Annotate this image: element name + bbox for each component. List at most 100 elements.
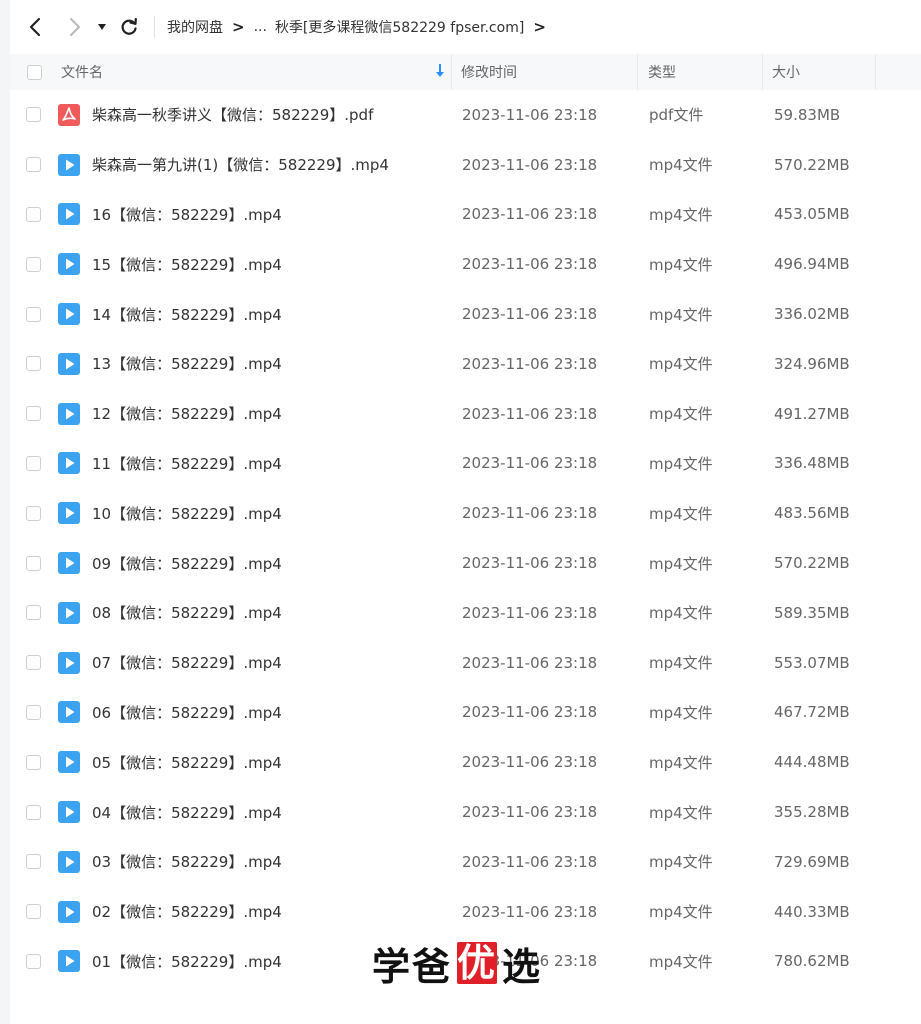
column-header-size[interactable]: 大小 [763,54,876,90]
file-row[interactable]: 16【微信：582229】.mp4 2023-11-06 23:18 mp4文件 45… [10,190,921,240]
row-checkbox[interactable] [25,804,41,820]
file-row[interactable]: 05【微信：582229】.mp4 2023-11-06 23:18 mp4文件 44… [10,737,921,787]
row-checkbox[interactable] [25,953,41,969]
video-file-icon [56,950,82,973]
breadcrumb-current[interactable]: 秋季[更多课程微信582229 fpser.com] [275,17,524,37]
row-checkbox[interactable] [25,107,41,123]
row-checkbox-cell [10,356,56,372]
breadcrumb-root[interactable]: 我的网盘 [167,17,223,37]
file-modified: 2023-11-06 23:18 [462,255,598,274]
back-button[interactable] [18,10,52,44]
refresh-icon [121,18,137,35]
file-modified: 2023-11-06 23:18 [462,603,598,622]
column-header-modified[interactable]: 修改时间 [452,54,638,90]
row-checkbox[interactable] [25,157,41,173]
row-checkbox[interactable] [25,555,41,571]
file-row[interactable]: 15【微信：582229】.mp4 2023-11-06 23:18 mp4文件 49… [10,239,921,289]
row-checkbox[interactable] [25,356,41,372]
file-size: 453.05MB [774,205,850,224]
video-file-icon [56,303,82,326]
row-checkbox[interactable] [25,256,41,272]
history-dropdown-button[interactable] [90,10,114,44]
file-name[interactable]: 10【微信：582229】.mp4 [82,503,452,524]
file-name[interactable]: 16【微信：582229】.mp4 [82,204,452,225]
file-row[interactable]: 06【微信：582229】.mp4 2023-11-06 23:18 mp4文件 46… [10,688,921,738]
file-modified: 2023-11-06 23:18 [462,454,598,473]
file-size: 483.56MB [774,504,850,523]
file-modified: 2023-11-06 23:18 [462,703,598,722]
file-name[interactable]: 09【微信：582229】.mp4 [82,553,452,574]
file-row[interactable]: 04【微信：582229】.mp4 2023-11-06 23:18 mp4文件 35… [10,787,921,837]
file-name[interactable]: 11【微信：582229】.mp4 [82,453,452,474]
file-modified: 2023-11-06 23:18 [462,404,598,423]
file-modified: 2023-11-06 23:18 [462,554,598,573]
video-file-icon [56,900,82,923]
file-type: mp4文件 [649,952,713,971]
file-type: mp4文件 [649,405,713,424]
file-name[interactable]: 06【微信：582229】.mp4 [82,702,452,723]
row-checkbox[interactable] [25,455,41,471]
file-row[interactable]: 07【微信：582229】.mp4 2023-11-06 23:18 mp4文件 55… [10,638,921,688]
file-row[interactable]: 柴森高一秋季讲义【微信：582229】.pdf 2023-11-06 23:18 p… [10,90,921,140]
row-checkbox[interactable] [25,655,41,671]
breadcrumb-ellipsis[interactable]: ... [254,19,267,35]
row-checkbox[interactable] [25,854,41,870]
row-checkbox[interactable] [25,904,41,920]
column-header-type[interactable]: 类型 [638,54,763,90]
row-checkbox-cell [10,655,56,671]
refresh-button[interactable] [114,10,144,44]
file-name[interactable]: 07【微信：582229】.mp4 [82,652,452,673]
file-name[interactable]: 05【微信：582229】.mp4 [82,752,452,773]
file-name[interactable]: 柴森高一秋季讲义【微信：582229】.pdf [82,104,452,125]
file-size: 729.69MB [774,852,850,871]
row-checkbox[interactable] [25,206,41,222]
row-checkbox-cell [10,605,56,621]
file-name[interactable]: 柴森高一第九讲(1)【微信：582229】.mp4 [82,154,452,175]
file-row[interactable]: 12【微信：582229】.mp4 2023-11-06 23:18 mp4文件 49… [10,389,921,439]
row-checkbox[interactable] [25,704,41,720]
left-panel-edge [0,0,10,1024]
forward-button[interactable] [58,10,92,44]
video-file-icon [56,850,82,873]
file-name[interactable]: 15【微信：582229】.mp4 [82,254,452,275]
file-type: mp4文件 [649,703,713,722]
row-checkbox[interactable] [25,505,41,521]
file-name[interactable]: 14【微信：582229】.mp4 [82,304,452,325]
row-checkbox[interactable] [25,605,41,621]
row-checkbox[interactable] [25,754,41,770]
file-row[interactable]: 11【微信：582229】.mp4 2023-11-06 23:18 mp4文件 33… [10,439,921,489]
file-name[interactable]: 13【微信：582229】.mp4 [82,353,452,374]
video-file-icon [56,203,82,226]
file-type: mp4文件 [649,454,713,473]
file-row[interactable]: 柴森高一第九讲(1)【微信：582229】.mp4 2023-11-06 23:1… [10,140,921,190]
file-name[interactable]: 08【微信：582229】.mp4 [82,602,452,623]
file-row[interactable]: 13【微信：582229】.mp4 2023-11-06 23:18 mp4文件 32… [10,339,921,389]
file-name[interactable]: 04【微信：582229】.mp4 [82,802,452,823]
sort-descending-icon [435,63,445,83]
file-row[interactable]: 09【微信：582229】.mp4 2023-11-06 23:18 mp4文件 57… [10,538,921,588]
row-checkbox-cell [10,754,56,770]
file-row[interactable]: 14【微信：582229】.mp4 2023-11-06 23:18 mp4文件 33… [10,289,921,339]
column-header-name[interactable]: 文件名 [58,54,452,90]
row-checkbox[interactable] [25,306,41,322]
row-checkbox-cell [10,953,56,969]
file-name[interactable]: 02【微信：582229】.mp4 [82,901,452,922]
video-file-icon [56,801,82,824]
column-header-type-label: 类型 [648,65,676,81]
row-checkbox-cell [10,804,56,820]
file-row[interactable]: 08【微信：582229】.mp4 2023-11-06 23:18 mp4文件 58… [10,588,921,638]
file-name[interactable]: 12【微信：582229】.mp4 [82,403,452,424]
file-row[interactable]: 02【微信：582229】.mp4 2023-11-06 23:18 mp4文件 44… [10,887,921,937]
file-modified: 2023-11-06 23:18 [462,354,598,373]
file-type: mp4文件 [649,355,713,374]
file-row[interactable]: 10【微信：582229】.mp4 2023-11-06 23:18 mp4文件 48… [10,488,921,538]
select-all-checkbox[interactable] [26,64,42,80]
file-name[interactable]: 03【微信：582229】.mp4 [82,851,452,872]
video-file-icon [56,452,82,475]
pdf-file-icon [56,103,82,126]
file-size: 491.27MB [774,404,850,423]
file-size: 570.22MB [774,554,850,573]
file-row[interactable]: 03【微信：582229】.mp4 2023-11-06 23:18 mp4文件 72… [10,837,921,887]
file-type: mp4文件 [649,255,713,274]
row-checkbox[interactable] [25,406,41,422]
